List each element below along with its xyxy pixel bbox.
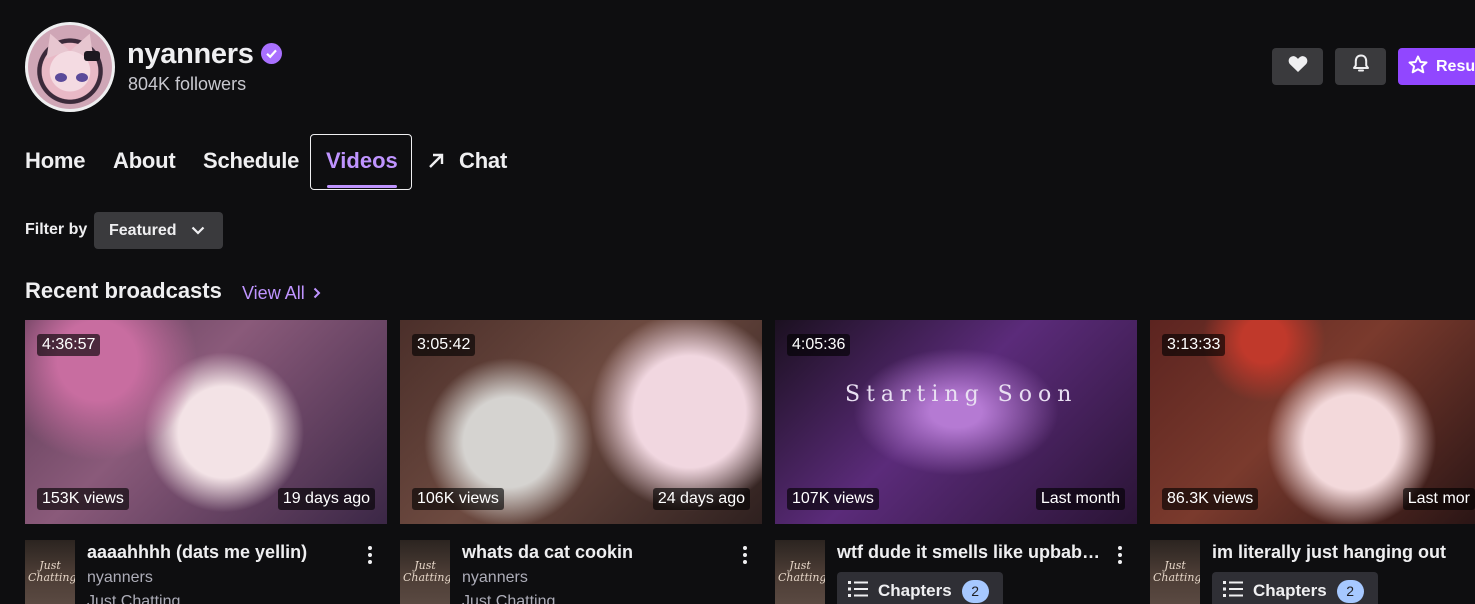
star-icon (1408, 55, 1428, 79)
filter-dropdown[interactable]: Featured (94, 212, 223, 249)
avatar-eye-right (76, 73, 88, 82)
video-title[interactable]: wtf dude it smells like upbabe ... (837, 542, 1105, 563)
tab-about[interactable]: About (113, 148, 176, 174)
channel-name[interactable]: nyanners (127, 38, 254, 71)
video-card[interactable]: 3:13:33 86.3K views Last mor Just Chatti… (1150, 320, 1475, 604)
chevron-right-icon (313, 283, 321, 304)
chapters-button[interactable]: Chapters 2 (837, 572, 1003, 604)
view-all-label: View All (242, 283, 305, 303)
category-thumbnail[interactable]: Just Chatting (400, 540, 450, 604)
more-options-icon[interactable] (367, 546, 373, 564)
chevron-down-icon (191, 222, 205, 240)
video-views: 106K views (412, 488, 504, 510)
follower-count: 804K followers (128, 74, 247, 94)
avatar-eye-left (55, 73, 67, 82)
tab-chat[interactable]: Chat (459, 148, 507, 174)
video-views: 153K views (37, 488, 129, 510)
video-category[interactable]: Just Chatting (462, 593, 555, 604)
chapters-count: 2 (961, 579, 989, 603)
video-views: 86.3K views (1162, 488, 1259, 510)
video-thumbnail[interactable]: 3:05:42 106K views 24 days ago (400, 320, 762, 524)
channel-avatar[interactable] (25, 22, 115, 112)
category-thumbnail-text: Just Chatting (1153, 559, 1200, 584)
section-title: Recent broadcasts (25, 278, 222, 303)
avatar-ear-left (38, 29, 70, 59)
video-thumbnail[interactable]: Starting Soon 4:05:36 107K views Last mo… (775, 320, 1137, 524)
bell-icon (1352, 54, 1370, 79)
video-card[interactable]: 3:05:42 106K views 24 days ago Just Chat… (400, 320, 762, 604)
category-thumbnail[interactable]: Just Chatting (1150, 540, 1200, 604)
video-duration: 4:36:57 (37, 334, 101, 356)
filter-selected-value: Featured (109, 221, 177, 239)
tab-home[interactable]: Home (25, 148, 86, 174)
video-thumbnail[interactable]: 3:13:33 86.3K views Last mor (1150, 320, 1475, 524)
chapters-count: 2 (1336, 579, 1364, 603)
thumbnail-overlay-text: Starting Soon (845, 382, 1078, 407)
video-title[interactable]: whats da cat cookin (462, 542, 742, 563)
video-title[interactable]: aaaahhhh (dats me yellin) (87, 542, 367, 563)
video-views: 107K views (787, 488, 879, 510)
view-all-link[interactable]: View All (242, 283, 321, 304)
chapters-label: Chapters (878, 581, 952, 600)
video-duration: 3:13:33 (1162, 334, 1226, 356)
tab-schedule[interactable]: Schedule (203, 148, 299, 174)
active-tab-indicator (327, 185, 397, 188)
video-thumbnail[interactable]: 4:36:57 153K views 19 days ago (25, 320, 387, 524)
subscribe-button[interactable]: Resu (1398, 48, 1475, 85)
tab-videos-label: Videos (326, 148, 398, 173)
chapters-label: Chapters (1253, 581, 1327, 600)
video-card[interactable]: 4:36:57 153K views 19 days ago Just Chat… (25, 320, 387, 604)
chapters-button[interactable]: Chapters 2 (1212, 572, 1378, 604)
video-card[interactable]: Starting Soon 4:05:36 107K views Last mo… (775, 320, 1137, 604)
category-thumbnail[interactable]: Just Chatting (25, 540, 75, 604)
more-options-icon[interactable] (1117, 546, 1123, 564)
avatar-bow (84, 51, 100, 61)
heart-icon (1288, 55, 1308, 78)
external-link-arrow-icon (427, 152, 445, 175)
category-thumbnail[interactable]: Just Chatting (775, 540, 825, 604)
video-age: Last month (1035, 488, 1125, 510)
filter-label: Filter by (25, 221, 88, 238)
more-options-icon[interactable] (742, 546, 748, 564)
video-age: Last mor (1402, 488, 1475, 510)
video-channel[interactable]: nyanners (462, 569, 528, 587)
category-thumbnail-text: Just Chatting (403, 559, 450, 584)
video-category[interactable]: Just Chatting (87, 593, 180, 604)
category-thumbnail-text: Just Chatting (778, 559, 825, 584)
verified-badge-icon (261, 43, 282, 64)
list-icon (1223, 580, 1243, 603)
list-icon (848, 580, 868, 603)
subscribe-label: Resu (1436, 57, 1475, 75)
tab-videos[interactable]: Videos (310, 134, 412, 190)
video-duration: 3:05:42 (412, 334, 476, 356)
video-duration: 4:05:36 (787, 334, 851, 356)
video-age: 24 days ago (652, 488, 750, 510)
notifications-button[interactable] (1335, 48, 1386, 85)
follow-button[interactable] (1272, 48, 1323, 85)
video-age: 19 days ago (277, 488, 375, 510)
video-title[interactable]: im literally just hanging out (1212, 542, 1472, 563)
category-thumbnail-text: Just Chatting (28, 559, 75, 584)
video-channel[interactable]: nyanners (87, 569, 153, 587)
